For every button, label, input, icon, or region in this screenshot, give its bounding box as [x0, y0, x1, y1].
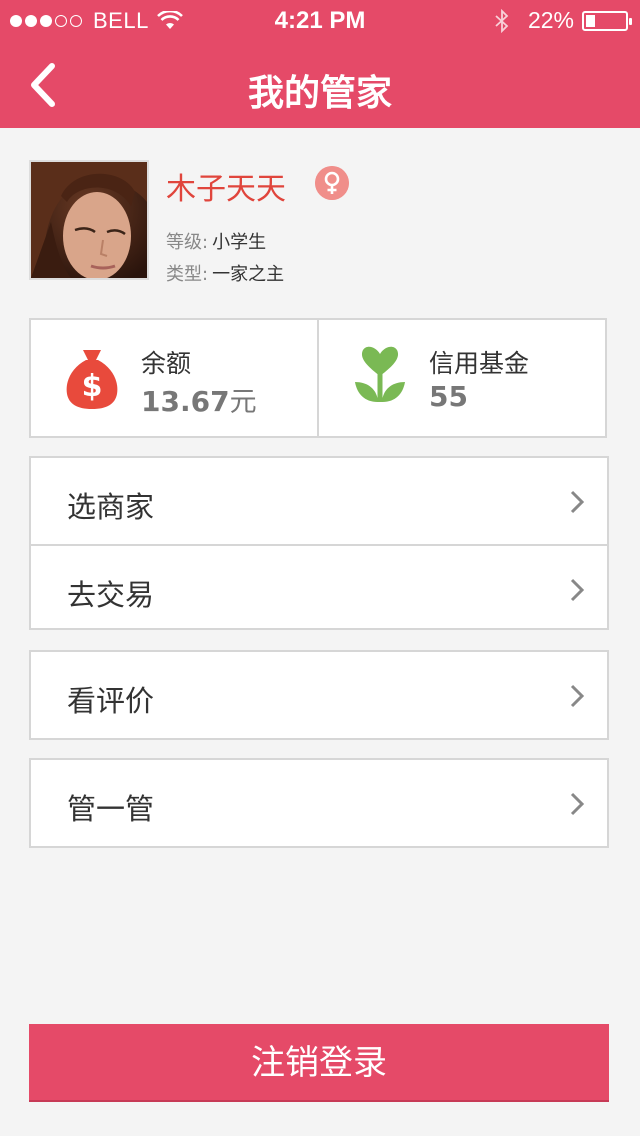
type-row: 类型: 一家之主 — [166, 260, 284, 286]
chevron-right-icon — [570, 684, 585, 708]
menu-item-choose-merchant[interactable]: 选商家 — [31, 458, 607, 544]
profile-card: 木子天天 等级: 小学生 类型: 一家之主 — [29, 160, 609, 285]
menu-item-label: 去交易 — [67, 578, 155, 612]
avatar[interactable] — [29, 160, 149, 280]
logout-button[interactable]: 注销登录 — [29, 1024, 609, 1102]
female-icon — [315, 166, 349, 200]
type-value: 一家之主 — [212, 264, 285, 285]
menu-item-view-reviews[interactable]: 看评价 — [31, 652, 607, 738]
menu-group-trade: 选商家 去交易 — [29, 456, 609, 630]
type-label: 类型: — [166, 264, 209, 285]
sprout-heart-icon — [355, 346, 405, 402]
chevron-right-icon — [570, 578, 585, 602]
credit-fund-stat[interactable]: 信用基金 55 — [317, 320, 605, 436]
battery-icon — [582, 10, 632, 31]
level-row: 等级: 小学生 — [166, 228, 266, 254]
balance-unit: 元 — [229, 387, 257, 418]
menu-item-label: 管一管 — [67, 792, 155, 826]
balance-value: 13.67元 — [141, 385, 257, 418]
chevron-right-icon — [570, 490, 585, 514]
balance-label: 余额 — [141, 349, 192, 378]
menu-item-label: 看评价 — [67, 684, 155, 718]
credit-fund-label: 信用基金 — [429, 349, 530, 378]
menu-item-manage[interactable]: 管一管 — [31, 760, 607, 846]
menu-item-label: 选商家 — [67, 490, 155, 524]
level-value: 小学生 — [212, 232, 267, 253]
balance-stat[interactable]: $ 余额 13.67元 — [31, 320, 317, 436]
stats-panel: $ 余额 13.67元 信用基金 55 — [29, 318, 607, 438]
menu-group-review: 看评价 — [29, 650, 609, 740]
chevron-right-icon — [570, 792, 585, 816]
status-bar: BELL 4:21 PM 22% — [0, 0, 640, 40]
menu-item-go-trade[interactable]: 去交易 — [31, 544, 607, 628]
bluetooth-icon — [495, 8, 509, 33]
page-title: 我的管家 — [247, 73, 392, 114]
battery-percentage: 22% — [527, 7, 574, 33]
svg-text:$: $ — [82, 369, 103, 404]
credit-fund-value: 55 — [429, 380, 468, 413]
money-bag-icon: $ — [66, 350, 118, 409]
user-name: 木子天天 — [166, 172, 286, 207]
level-label: 等级: — [166, 232, 209, 253]
menu-group-manage: 管一管 — [29, 758, 609, 848]
header-bar: BELL 4:21 PM 22% 我的管家 — [0, 0, 640, 128]
